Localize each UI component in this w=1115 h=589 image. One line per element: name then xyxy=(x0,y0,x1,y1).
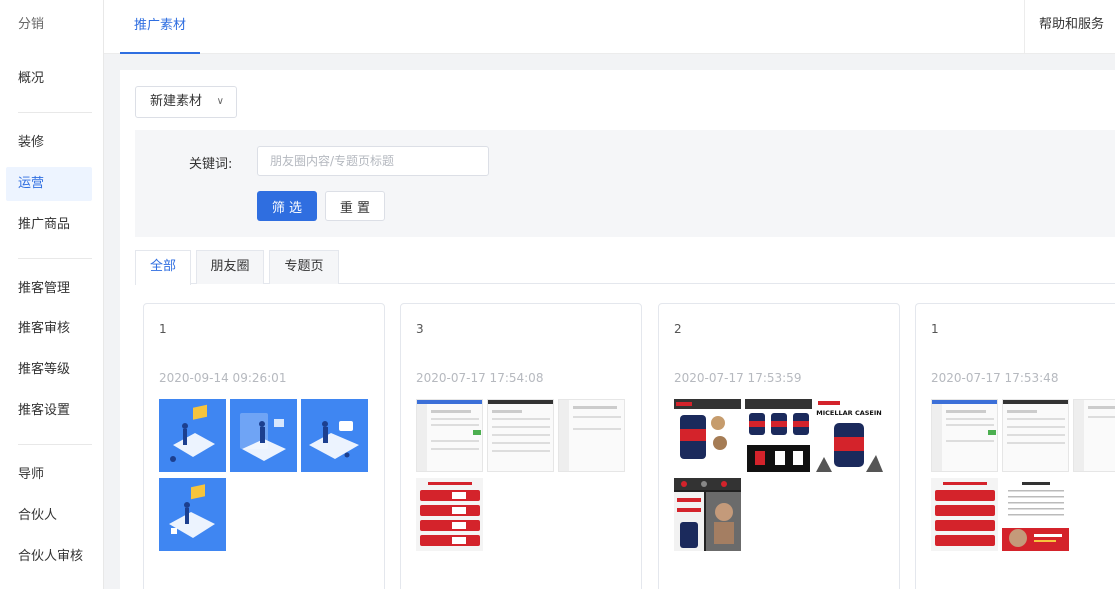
material-card[interactable]: 1 2020-07-17 17:53:48 xyxy=(915,303,1115,589)
tab-promotion-materials[interactable]: 推广素材 xyxy=(120,0,201,54)
material-count: 1 xyxy=(159,322,167,336)
sidebar-item-operation[interactable]: 运营 xyxy=(6,167,92,201)
screenshot-thumbnail[interactable] xyxy=(931,399,998,472)
illustration-thumbnail[interactable] xyxy=(230,399,297,472)
sidebar-divider xyxy=(18,444,92,445)
material-date: 2020-07-17 17:53:48 xyxy=(931,371,1059,385)
sidebar-item-partner-review[interactable]: 合伙人审核 xyxy=(6,540,92,574)
material-date: 2020-07-17 17:53:59 xyxy=(674,371,802,385)
filter-panel: 关键词: 筛 选 重 置 xyxy=(135,130,1115,237)
sidebar: 分销 概况 装修 运营 推广商品 推客管理 推客审核 推客等级 推客设置 导师 … xyxy=(0,0,104,589)
chevron-down-icon: ∨ xyxy=(216,96,224,107)
material-card[interactable]: 2 2020-07-17 17:53:59 MICELLAR CASEIN xyxy=(658,303,900,589)
screenshot-thumbnail[interactable] xyxy=(1073,399,1115,472)
material-type-tabs: 全部 朋友圈 专题页 xyxy=(135,250,1115,285)
promotion-page-thumbnail[interactable] xyxy=(931,478,998,551)
illustration-thumbnail[interactable] xyxy=(159,399,226,472)
sidebar-item-overview[interactable]: 概况 xyxy=(6,62,92,96)
filter-button[interactable]: 筛 选 xyxy=(257,191,317,221)
material-card[interactable]: 3 2020-07-17 17:54:08 xyxy=(400,303,642,589)
help-and-service-link[interactable]: 帮助和服务 xyxy=(1024,0,1115,54)
material-count: 1 xyxy=(931,322,939,336)
sidebar-divider xyxy=(18,112,92,113)
screenshot-thumbnail[interactable] xyxy=(487,399,554,472)
tab-all[interactable]: 全部 xyxy=(135,250,191,285)
new-material-label: 新建素材 xyxy=(150,94,203,109)
sidebar-item-promoter-settings[interactable]: 推客设置 xyxy=(6,394,92,428)
promotion-page-thumbnail[interactable] xyxy=(416,478,483,551)
app-window: 分销 概况 装修 运营 推广商品 推客管理 推客审核 推客等级 推客设置 导师 … xyxy=(0,0,1115,589)
illustration-thumbnail[interactable] xyxy=(301,399,368,472)
top-bar: 推广素材 帮助和服务 xyxy=(104,0,1115,54)
material-date: 2020-07-17 17:54:08 xyxy=(416,371,544,385)
screenshot-thumbnail[interactable] xyxy=(416,399,483,472)
sidebar-item-promoter-management[interactable]: 推客管理 xyxy=(6,272,92,306)
sidebar-item-promoter-review[interactable]: 推客审核 xyxy=(6,312,92,346)
content-panel: 新建素材 ∨ 关键词: 筛 选 重 置 全部 朋友圈 专题页 1 2020-09… xyxy=(120,70,1115,589)
material-count: 3 xyxy=(416,322,424,336)
illustration-thumbnail[interactable] xyxy=(159,478,226,551)
main-content: 新建素材 ∨ 关键词: 筛 选 重 置 全部 朋友圈 专题页 1 2020-09… xyxy=(104,54,1115,589)
reset-button[interactable]: 重 置 xyxy=(325,191,385,221)
sidebar-item-promoted-products[interactable]: 推广商品 xyxy=(6,208,92,242)
material-count: 2 xyxy=(674,322,682,336)
sidebar-item-promoter-level[interactable]: 推客等级 xyxy=(6,353,92,387)
tab-topic-page[interactable]: 专题页 xyxy=(269,250,339,284)
sidebar-item-partner[interactable]: 合伙人 xyxy=(6,499,92,533)
sidebar-divider xyxy=(18,258,92,259)
keyword-label: 关键词: xyxy=(189,157,233,172)
casein-product-thumbnail[interactable]: MICELLAR CASEIN xyxy=(816,399,883,472)
new-material-dropdown[interactable]: 新建素材 ∨ xyxy=(135,86,237,118)
product-thumbnail[interactable] xyxy=(674,478,741,551)
material-card[interactable]: 1 2020-09-14 09:26:01 xyxy=(143,303,385,589)
product-thumbnail[interactable] xyxy=(674,399,741,472)
screenshot-thumbnail[interactable] xyxy=(1002,399,1069,472)
product-thumbnail[interactable] xyxy=(745,399,812,472)
tab-moments[interactable]: 朋友圈 xyxy=(196,250,264,284)
keyword-input[interactable] xyxy=(257,146,489,176)
nutrition-page-thumbnail[interactable] xyxy=(1002,478,1069,551)
sidebar-item-decoration[interactable]: 装修 xyxy=(6,126,92,160)
sidebar-item-mentor[interactable]: 导师 xyxy=(6,458,92,492)
material-date: 2020-09-14 09:26:01 xyxy=(159,371,287,385)
screenshot-thumbnail[interactable] xyxy=(558,399,625,472)
casein-title: MICELLAR CASEIN xyxy=(816,409,881,417)
sidebar-title: 分销 xyxy=(18,17,45,32)
